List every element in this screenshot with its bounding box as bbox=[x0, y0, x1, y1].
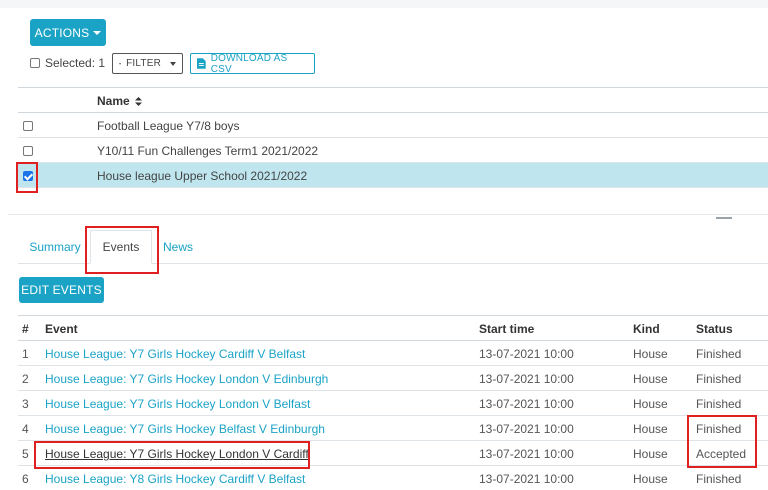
row-checkbox[interactable] bbox=[23, 146, 33, 156]
row-number: 3 bbox=[22, 397, 29, 411]
row-number: 6 bbox=[22, 472, 29, 486]
tab-news[interactable]: News bbox=[154, 230, 202, 264]
status: Finished bbox=[696, 397, 742, 411]
file-icon bbox=[197, 58, 206, 69]
table-row: 4 House League: Y7 Girls Hockey Belfast … bbox=[18, 416, 768, 441]
selected-count: Selected: 1 bbox=[30, 54, 105, 72]
row-checkbox-checked[interactable] bbox=[23, 171, 33, 181]
event-link[interactable]: House League: Y7 Girls Hockey Belfast V … bbox=[45, 422, 325, 436]
status: Finished bbox=[696, 472, 742, 486]
kind: House bbox=[633, 397, 668, 411]
events-table: # Event Start time Kind Status 1 House L… bbox=[18, 315, 768, 490]
row-checkbox[interactable] bbox=[23, 121, 33, 131]
event-link[interactable]: House League: Y8 Girls Hockey Cardiff V … bbox=[45, 472, 305, 486]
col-header-kind[interactable]: Kind bbox=[633, 322, 660, 336]
col-header-start-time[interactable]: Start time bbox=[479, 322, 534, 336]
status: Finished bbox=[696, 372, 742, 386]
event-link[interactable]: House League: Y7 Girls Hockey London V E… bbox=[45, 372, 328, 386]
caret-down-icon bbox=[93, 30, 102, 35]
select-all-checkbox[interactable] bbox=[30, 58, 40, 68]
row-number: 5 bbox=[22, 447, 29, 461]
top-bar bbox=[0, 0, 768, 8]
kind: House bbox=[633, 347, 668, 361]
panel-divider bbox=[8, 214, 768, 215]
event-link[interactable]: House League: Y7 Girls Hockey Cardiff V … bbox=[45, 347, 305, 361]
status: Finished bbox=[696, 422, 742, 436]
caret-down-icon bbox=[170, 61, 176, 66]
download-label: DOWNLOAD AS CSV bbox=[210, 52, 288, 75]
status: Finished bbox=[696, 347, 742, 361]
group-name: Y10/11 Fun Challenges Term1 2021/2022 bbox=[97, 144, 319, 158]
events-table-header: # Event Start time Kind Status bbox=[18, 315, 768, 341]
sort-icon bbox=[135, 97, 143, 106]
start-time: 13-07-2021 10:00 bbox=[479, 447, 574, 461]
group-row[interactable]: Y10/11 Fun Challenges Term1 2021/2022 bbox=[18, 138, 768, 163]
tab-summary[interactable]: Summary bbox=[22, 230, 88, 264]
edit-events-label: EDIT EVENTS bbox=[21, 283, 102, 297]
table-row: 6 House League: Y8 Girls Hockey Cardiff … bbox=[18, 466, 768, 490]
kind: House bbox=[633, 472, 668, 486]
table-row: 2 House League: Y7 Girls Hockey London V… bbox=[18, 366, 768, 391]
filter-button[interactable]: FILTER bbox=[112, 53, 183, 74]
filter-label: FILTER bbox=[126, 58, 161, 69]
kind: House bbox=[633, 422, 668, 436]
row-number: 1 bbox=[22, 347, 29, 361]
row-number: 2 bbox=[22, 372, 29, 386]
groups-table-header: Name bbox=[18, 87, 768, 113]
table-row: 1 House League: Y7 Girls Hockey Cardiff … bbox=[18, 341, 768, 366]
col-header-event[interactable]: Event bbox=[45, 322, 78, 336]
selected-label: Selected: 1 bbox=[45, 56, 106, 70]
group-name: Football League Y7/8 boys bbox=[97, 119, 240, 133]
groups-table: Name Football League Y7/8 boys Y10/11 Fu… bbox=[18, 87, 768, 188]
col-header-number: # bbox=[22, 322, 29, 336]
start-time: 13-07-2021 10:00 bbox=[479, 397, 574, 411]
row-number: 4 bbox=[22, 422, 29, 436]
event-link-hovered[interactable]: House League: Y7 Girls Hockey London V C… bbox=[45, 447, 309, 461]
start-time: 13-07-2021 10:00 bbox=[479, 422, 574, 436]
start-time: 13-07-2021 10:00 bbox=[479, 347, 574, 361]
group-row-selected[interactable]: House league Upper School 2021/2022 bbox=[18, 163, 768, 188]
kind: House bbox=[633, 372, 668, 386]
name-column-header[interactable]: Name bbox=[97, 94, 143, 108]
event-link[interactable]: House League: Y7 Girls Hockey London V B… bbox=[45, 397, 310, 411]
start-time: 13-07-2021 10:00 bbox=[479, 472, 574, 486]
funnel-icon bbox=[119, 62, 122, 65]
group-name: House league Upper School 2021/2022 bbox=[97, 169, 308, 183]
tab-events[interactable]: Events bbox=[90, 230, 152, 264]
actions-button[interactable]: ACTIONS bbox=[30, 19, 106, 46]
table-row: 3 House League: Y7 Girls Hockey London V… bbox=[18, 391, 768, 416]
detail-tabs: Summary Events News bbox=[18, 230, 768, 264]
group-row[interactable]: Football League Y7/8 boys bbox=[18, 113, 768, 138]
status: Accepted bbox=[696, 447, 747, 461]
table-row: 5 House League: Y7 Girls Hockey London V… bbox=[18, 441, 768, 466]
resize-handle[interactable] bbox=[716, 217, 732, 219]
edit-events-button[interactable]: EDIT EVENTS bbox=[19, 277, 104, 303]
kind: House bbox=[633, 447, 668, 461]
download-csv-button[interactable]: DOWNLOAD AS CSV bbox=[190, 52, 315, 75]
start-time: 13-07-2021 10:00 bbox=[479, 372, 574, 386]
actions-label: ACTIONS bbox=[34, 25, 90, 40]
col-header-status[interactable]: Status bbox=[696, 322, 733, 336]
